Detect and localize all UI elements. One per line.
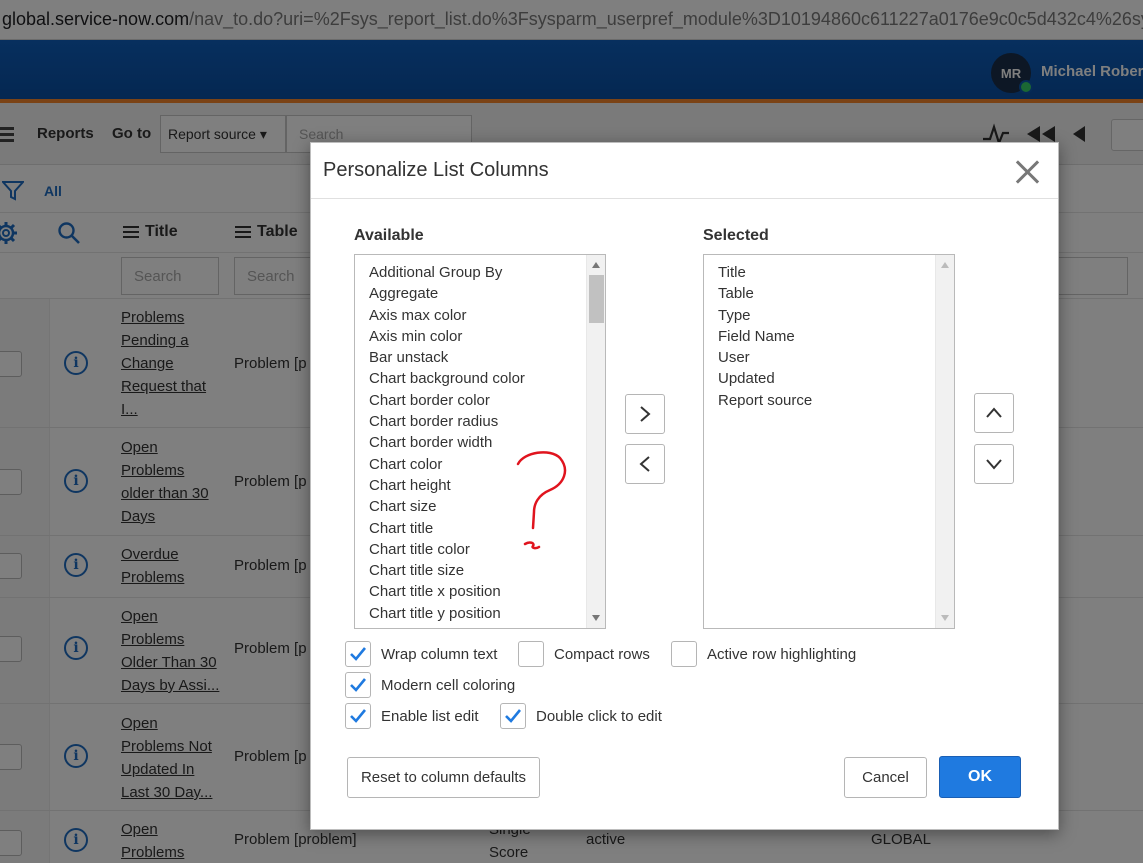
remove-column-button[interactable]	[625, 444, 665, 484]
chevron-left-icon	[639, 456, 650, 472]
chevron-down-icon	[986, 459, 1002, 470]
list-item[interactable]: Chart border radius	[369, 411, 605, 432]
option-label: Wrap column text	[381, 645, 498, 663]
available-scrollbar[interactable]	[586, 255, 605, 628]
double-click-to-edit-checkbox[interactable]	[500, 703, 526, 729]
close-icon[interactable]	[1014, 159, 1040, 185]
list-item[interactable]: Chart title size	[369, 560, 605, 581]
chevron-up-icon	[986, 407, 1002, 418]
selected-label: Selected	[703, 227, 769, 244]
list-item[interactable]: Updated	[718, 368, 954, 389]
option-compact-rows[interactable]: Compact rows	[518, 641, 650, 667]
list-item[interactable]: Chart height	[369, 475, 605, 496]
active-row-highlighting-checkbox[interactable]	[671, 641, 697, 667]
option-enable-list-edit[interactable]: Enable list edit	[345, 703, 479, 729]
option-label: Double click to edit	[536, 707, 662, 725]
option-wrap-column-text[interactable]: Wrap column text	[345, 641, 497, 667]
dialog-title: Personalize List Columns	[323, 159, 549, 181]
scroll-down-icon[interactable]	[592, 615, 600, 621]
list-item[interactable]: Chart border width	[369, 432, 605, 453]
checkmark-icon	[350, 678, 367, 692]
list-item[interactable]: Chart border color	[369, 390, 605, 411]
add-column-button[interactable]	[625, 394, 665, 434]
option-label: Enable list edit	[381, 707, 479, 725]
list-item[interactable]: User	[718, 347, 954, 368]
move-up-button[interactable]	[974, 393, 1014, 433]
modern-cell-coloring-checkbox[interactable]	[345, 672, 371, 698]
scroll-up-icon[interactable]	[592, 262, 600, 268]
list-item[interactable]: Chart size	[369, 496, 605, 517]
list-item[interactable]: Chart color	[369, 454, 605, 475]
personalize-list-columns-dialog: Personalize List Columns Available Selec…	[310, 142, 1059, 830]
cancel-button[interactable]: Cancel	[844, 757, 927, 798]
list-item[interactable]: Type	[718, 305, 954, 326]
available-label: Available	[354, 227, 424, 244]
list-item[interactable]: Field Name	[718, 326, 954, 347]
dialog-header: Personalize List Columns	[311, 143, 1058, 199]
checkmark-icon	[350, 647, 367, 661]
available-items: Additional Group By Aggregate Axis max col…	[355, 255, 605, 624]
list-item[interactable]: Table	[718, 283, 954, 304]
list-item[interactable]: Axis min color	[369, 326, 605, 347]
list-item[interactable]: Bar unstack	[369, 347, 605, 368]
list-item[interactable]: Chart background color	[369, 368, 605, 389]
list-item[interactable]: Chart title	[369, 518, 605, 539]
option-modern-cell-coloring[interactable]: Modern cell coloring	[345, 672, 515, 698]
available-columns-list[interactable]: Additional Group By Aggregate Axis max col…	[354, 254, 606, 629]
option-double-click-to-edit[interactable]: Double click to edit	[500, 703, 662, 729]
checkmark-icon	[350, 709, 367, 723]
list-item[interactable]: Report source	[718, 390, 954, 411]
enable-list-edit-checkbox[interactable]	[345, 703, 371, 729]
wrap-column-text-checkbox[interactable]	[345, 641, 371, 667]
selected-columns-list[interactable]: Title Table Type Field Name User Updated Repor…	[703, 254, 955, 629]
scroll-down-icon[interactable]	[941, 615, 949, 621]
option-label: Modern cell coloring	[381, 676, 516, 694]
chevron-right-icon	[640, 406, 651, 422]
selected-items: Title Table Type Field Name User Updated Repor…	[704, 255, 954, 411]
list-item[interactable]: Title	[718, 262, 954, 283]
move-down-button[interactable]	[974, 444, 1014, 484]
list-item[interactable]: Chart title x position	[369, 581, 605, 602]
list-item[interactable]: Chart title y position	[369, 603, 605, 624]
list-item[interactable]: Chart title color	[369, 539, 605, 560]
ok-button[interactable]: OK	[939, 756, 1021, 798]
list-item[interactable]: Aggregate	[369, 283, 605, 304]
option-label: Active row highlighting	[707, 645, 857, 663]
selected-scrollbar[interactable]	[935, 255, 954, 628]
list-item[interactable]: Axis max color	[369, 305, 605, 326]
compact-rows-checkbox[interactable]	[518, 641, 544, 667]
scroll-up-icon[interactable]	[941, 262, 949, 268]
list-item[interactable]: Additional Group By	[369, 262, 605, 283]
reset-to-defaults-button[interactable]: Reset to column defaults	[347, 757, 540, 798]
checkmark-icon	[505, 709, 522, 723]
option-label: Compact rows	[554, 645, 650, 663]
option-active-row-highlighting[interactable]: Active row highlighting	[671, 641, 856, 667]
scroll-thumb[interactable]	[589, 275, 604, 323]
